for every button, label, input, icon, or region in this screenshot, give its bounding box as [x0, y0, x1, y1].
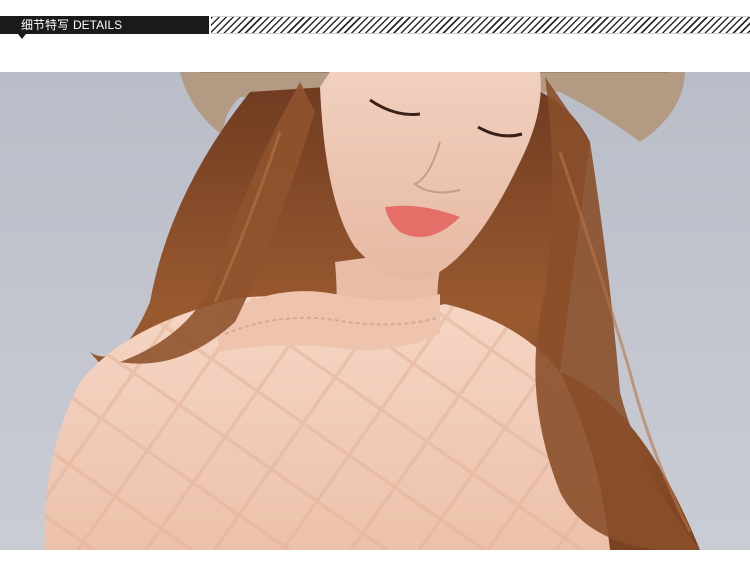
- section-title-tab: 细节特写 DETAILS: [0, 16, 209, 34]
- tab-pointer-icon: [18, 34, 26, 39]
- section-header: 细节特写 DETAILS: [0, 16, 750, 39]
- section-title-cn: 细节特写: [21, 18, 70, 32]
- decorative-stripe-band: [211, 16, 750, 34]
- hair-front-right: [535, 77, 700, 550]
- model-photo-illustration: [44, 72, 700, 550]
- product-detail-photo: [0, 72, 750, 550]
- section-title-en: DETAILS: [73, 18, 123, 32]
